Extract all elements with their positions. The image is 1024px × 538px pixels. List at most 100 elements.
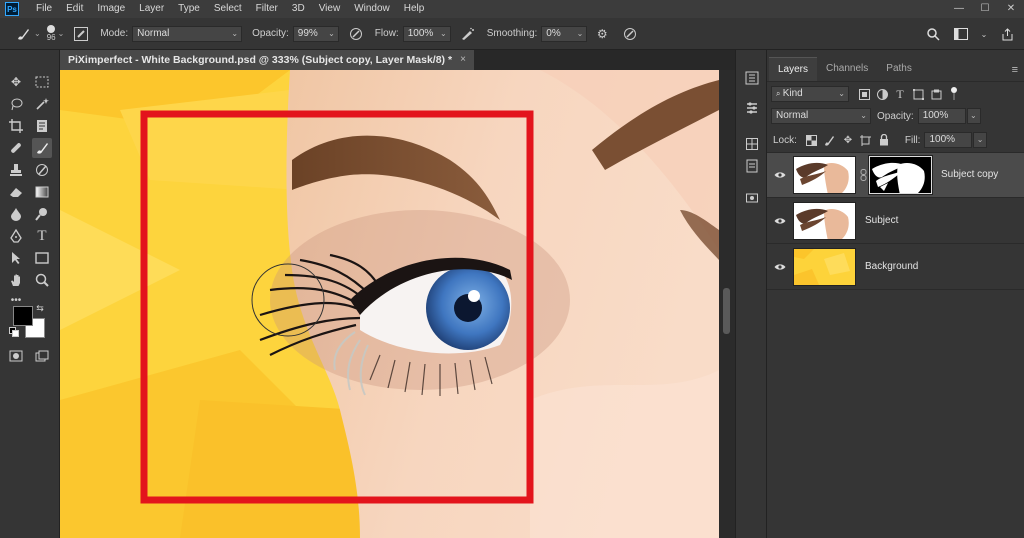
layer-opacity-value: 100%	[922, 110, 949, 121]
menu-type[interactable]: Type	[171, 0, 207, 18]
document-tab[interactable]: PiXimperfect - White Background.psd @ 33…	[60, 50, 474, 70]
brush-tool-icon[interactable]	[32, 138, 52, 158]
channels-panel-icon[interactable]	[742, 188, 762, 208]
path-selection-tool-icon[interactable]	[6, 248, 26, 268]
canvas-vertical-scrollbar[interactable]	[719, 70, 735, 538]
tab-channels[interactable]: Channels	[817, 57, 877, 81]
menu-window[interactable]: Window	[347, 0, 397, 18]
menu-help[interactable]: Help	[397, 0, 432, 18]
maximize-button[interactable]: ☐	[972, 0, 998, 18]
document-canvas[interactable]	[60, 70, 719, 538]
close-tab-icon[interactable]: ×	[460, 50, 466, 70]
default-colors-icon[interactable]	[8, 326, 20, 338]
layer-row-subject-copy[interactable]: Subject copy	[767, 153, 1024, 198]
zoom-tool-icon[interactable]	[32, 270, 52, 290]
preset-chevron-icon[interactable]: ⌄	[34, 29, 41, 38]
smoothing-field[interactable]: 0% ⌄	[541, 25, 588, 42]
layer-filter-select[interactable]: ⌕ Kind ⌄	[771, 86, 849, 102]
healing-brush-tool-icon[interactable]	[6, 138, 26, 158]
fill-field[interactable]: 100%	[924, 132, 973, 148]
layer-opacity-dropdown[interactable]: ⌄	[966, 108, 981, 124]
properties-panel-icon[interactable]	[742, 98, 762, 118]
menu-select[interactable]: Select	[207, 0, 249, 18]
adjustments-panel-icon[interactable]	[742, 156, 762, 176]
smart-object-filter-icon[interactable]	[929, 87, 943, 101]
layer-filter-row: ⌕ Kind ⌄ T	[771, 86, 1020, 102]
lasso-tool-icon[interactable]	[6, 94, 26, 114]
menu-view[interactable]: View	[312, 0, 348, 18]
layer-opacity-field[interactable]: 100%	[917, 108, 966, 124]
crop-tool-icon[interactable]	[6, 116, 26, 136]
fill-dropdown[interactable]: ⌄	[973, 132, 988, 148]
frame-tool-icon[interactable]	[32, 116, 52, 136]
chevron-down-icon: ⌄	[440, 28, 447, 38]
history-panel-icon[interactable]	[742, 68, 762, 88]
lock-position-icon[interactable]: ✥	[841, 133, 855, 147]
hand-tool-icon[interactable]	[6, 270, 26, 290]
airbrush-icon[interactable]	[459, 25, 477, 43]
screen-mode-icon[interactable]	[32, 346, 52, 366]
workspace-icon[interactable]	[952, 25, 970, 43]
flow-field[interactable]: 100% ⌄	[402, 25, 451, 42]
panel-menu-icon[interactable]: ≡	[1012, 64, 1018, 76]
pressure-size-icon[interactable]	[621, 25, 639, 43]
pressure-opacity-icon[interactable]	[347, 25, 365, 43]
opacity-value: 99%	[297, 27, 318, 39]
layer-row-subject[interactable]: Subject	[767, 199, 1024, 244]
scrollbar-thumb[interactable]	[723, 288, 730, 334]
visibility-eye-icon[interactable]	[773, 214, 787, 228]
lock-image-pixels-icon[interactable]	[823, 133, 837, 147]
minimize-button[interactable]: —	[946, 0, 972, 18]
smoothing-settings-gear-icon[interactable]: ⚙	[593, 25, 611, 43]
brush-tool-preset-icon[interactable]	[14, 25, 32, 43]
blur-tool-icon[interactable]	[6, 204, 26, 224]
type-tool-icon[interactable]: T	[32, 226, 52, 246]
visibility-eye-icon[interactable]	[773, 168, 787, 182]
opacity-field[interactable]: 99% ⌄	[292, 25, 339, 42]
brush-size-chevron-icon[interactable]: ⌄	[58, 29, 65, 38]
share-icon[interactable]	[998, 25, 1016, 43]
tab-paths[interactable]: Paths	[877, 57, 921, 81]
pixel-filter-icon[interactable]	[857, 87, 871, 101]
close-window-button[interactable]: ✕	[998, 0, 1024, 18]
clone-stamp-tool-icon[interactable]	[6, 160, 26, 180]
lock-artboard-icon[interactable]	[859, 133, 873, 147]
visibility-eye-icon[interactable]	[773, 260, 787, 274]
lock-transparent-pixels-icon[interactable]	[805, 133, 819, 147]
adjustment-filter-icon[interactable]	[875, 87, 889, 101]
lock-row: Lock: ✥ Fill: 100% ⌄	[771, 132, 1020, 148]
swap-colors-icon[interactable]: ⇆	[34, 302, 46, 314]
tab-layers[interactable]: Layers	[769, 57, 818, 81]
lock-all-icon[interactable]	[877, 133, 891, 147]
menu-image[interactable]: Image	[90, 0, 132, 18]
shape-filter-icon[interactable]	[911, 87, 925, 101]
layer-row-background[interactable]: Background	[767, 245, 1024, 290]
layer-mask-thumbnail[interactable]	[868, 155, 933, 195]
blend-mode-select[interactable]: Normal ⌄	[771, 108, 871, 124]
mask-link-icon[interactable]	[860, 169, 867, 183]
libraries-panel-icon[interactable]	[742, 134, 762, 154]
pen-tool-icon[interactable]	[6, 226, 26, 246]
marquee-tool-icon[interactable]	[32, 72, 52, 92]
eraser-tool-icon[interactable]	[6, 182, 26, 202]
move-tool-icon[interactable]: ✥	[6, 72, 26, 92]
menu-file[interactable]: File	[29, 0, 59, 18]
type-filter-icon[interactable]: T	[893, 87, 907, 101]
magic-wand-tool-icon[interactable]	[32, 94, 52, 114]
menu-edit[interactable]: Edit	[59, 0, 90, 18]
history-brush-tool-icon[interactable]	[32, 160, 52, 180]
gradient-tool-icon[interactable]	[32, 182, 52, 202]
dodge-tool-icon[interactable]	[32, 204, 52, 224]
quick-mask-icon[interactable]	[6, 346, 26, 366]
foreground-color-swatch-front[interactable]	[13, 306, 33, 326]
menu-3d[interactable]: 3D	[285, 0, 312, 18]
menu-layer[interactable]: Layer	[132, 0, 171, 18]
mode-select[interactable]: Normal ⌄	[132, 25, 243, 42]
chevron-down-icon[interactable]: ⌄	[980, 25, 988, 43]
menu-filter[interactable]: Filter	[249, 0, 285, 18]
brush-settings-panel-icon[interactable]	[72, 25, 90, 43]
rectangle-tool-icon[interactable]	[32, 248, 52, 268]
brush-size-picker[interactable]: 96	[47, 25, 56, 42]
search-icon[interactable]	[924, 25, 942, 43]
filter-toggle-icon[interactable]	[947, 87, 961, 101]
